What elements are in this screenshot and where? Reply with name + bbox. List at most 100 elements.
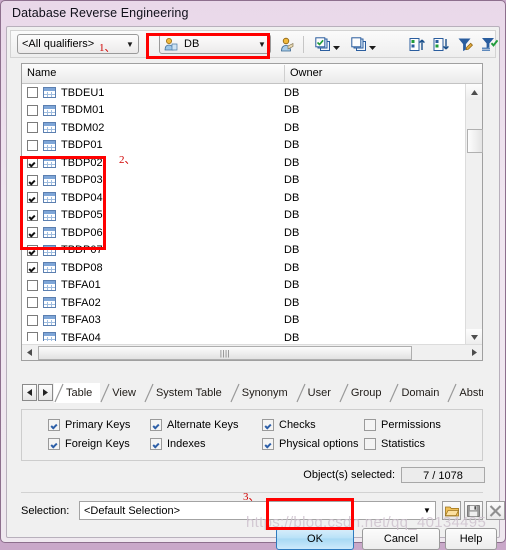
row-checkbox[interactable]	[27, 174, 38, 186]
table-row[interactable]: TBDP08 DB	[22, 259, 450, 277]
tab-synonym[interactable]: Synonym	[230, 383, 296, 403]
option-checkbox[interactable]	[150, 419, 162, 431]
row-checkbox[interactable]	[27, 244, 38, 256]
row-owner: DB	[284, 86, 300, 99]
option-checkbox[interactable]	[262, 438, 274, 450]
table-row[interactable]: TBDEU1 DB	[22, 84, 450, 102]
row-checkbox[interactable]	[27, 139, 38, 151]
option-alternate-keys[interactable]: Alternate Keys	[150, 419, 239, 431]
option-primary-keys[interactable]: Primary Keys	[48, 419, 130, 431]
tab-strip: Table View System Table Synonym User Group Dom…	[21, 383, 483, 403]
tab-domain[interactable]: Domain	[389, 383, 447, 403]
option-foreign-keys[interactable]: Foreign Keys	[48, 438, 130, 450]
option-checkbox[interactable]	[364, 419, 376, 431]
edit-filter-icon[interactable]	[455, 35, 475, 54]
table-row[interactable]: TBDP04 DB	[22, 189, 450, 207]
row-name: TBDM02	[61, 121, 105, 134]
column-header-owner[interactable]: Owner	[285, 64, 322, 83]
table-icon	[43, 139, 56, 151]
table-row[interactable]: TBDP03 DB	[22, 172, 450, 190]
table-icon	[43, 314, 56, 326]
tab-list: Table View System Table Synonym User Group Dom…	[54, 383, 483, 403]
scroll-down-icon[interactable]	[466, 329, 482, 345]
row-checkbox[interactable]	[27, 104, 38, 116]
row-checkbox[interactable]	[27, 314, 38, 326]
table-row[interactable]: TBDM02 DB	[22, 119, 450, 137]
tab-separator-icon	[144, 383, 155, 403]
tab-nav-prev-button[interactable]	[22, 384, 37, 401]
table-row[interactable]: TBFA04 DB	[22, 329, 450, 341]
tab-label: Group	[350, 387, 382, 399]
table-row[interactable]: TBFA02 DB	[22, 294, 450, 312]
tab-abstra[interactable]: Abstra	[447, 383, 483, 403]
option-checkbox[interactable]	[364, 438, 376, 450]
table-icon	[43, 227, 56, 239]
scroll-up-icon[interactable]	[466, 84, 482, 100]
option-checkbox[interactable]	[262, 419, 274, 431]
row-checkbox[interactable]	[27, 157, 38, 169]
row-owner: DB	[284, 331, 300, 341]
row-owner: DB	[284, 191, 300, 204]
tab-user[interactable]: User	[296, 383, 339, 403]
column-header-name[interactable]: Name	[22, 64, 289, 83]
tab-group[interactable]: Group	[339, 383, 390, 403]
row-name: TBDP01	[61, 139, 103, 152]
row-name: TBDEU1	[61, 86, 105, 99]
row-name: TBDP08	[61, 261, 103, 274]
option-indexes[interactable]: Indexes	[150, 438, 206, 450]
select-all-icon[interactable]	[313, 35, 333, 54]
tab-system-table[interactable]: System Table	[144, 383, 230, 403]
option-physical-options[interactable]: Physical options	[262, 438, 359, 450]
row-checkbox[interactable]	[27, 262, 38, 274]
scroll-right-icon[interactable]	[467, 345, 482, 359]
sort-descending-icon[interactable]	[431, 35, 451, 54]
tab-table[interactable]: Table	[54, 383, 101, 403]
list-rows: TBDEU1 DB TBDM01 DB TBDM02 DB TBDP01 DB TBDP02 DB…	[22, 84, 450, 341]
option-label: Foreign Keys	[65, 438, 130, 450]
table-row[interactable]: TBDM01 DB	[22, 102, 450, 120]
row-checkbox[interactable]	[27, 209, 38, 221]
tab-nav-next-button[interactable]	[38, 384, 53, 401]
table-row[interactable]: TBFA01 DB	[22, 277, 450, 295]
row-checkbox[interactable]	[27, 87, 38, 99]
option-checkbox[interactable]	[48, 438, 60, 450]
option-checkbox[interactable]	[150, 438, 162, 450]
option-checkbox[interactable]	[48, 419, 60, 431]
object-list[interactable]: Name Owner TBDEU1 DB TBDM01 DB TBDM02 DB TBDP0…	[21, 63, 483, 361]
table-icon	[43, 174, 56, 186]
row-name: TBFA01	[61, 279, 101, 292]
qualifier-combo[interactable]: <All qualifiers> ▼	[17, 34, 139, 54]
scroll-left-icon[interactable]	[22, 345, 37, 359]
table-row[interactable]: TBDP07 DB	[22, 242, 450, 260]
row-name: TBFA04	[61, 331, 101, 341]
table-row[interactable]: TBDP06 DB	[22, 224, 450, 242]
row-checkbox[interactable]	[27, 297, 38, 309]
row-checkbox[interactable]	[27, 227, 38, 239]
database-combo[interactable]: DB ▼	[159, 34, 271, 54]
option-statistics[interactable]: Statistics	[364, 438, 425, 450]
deselect-all-icon[interactable]	[349, 35, 369, 54]
select-all-dropdown-arrow-icon[interactable]	[333, 42, 340, 50]
horizontal-scroll-thumb[interactable]: ||||	[38, 346, 412, 360]
row-checkbox[interactable]	[27, 332, 38, 341]
option-checks[interactable]: Checks	[262, 419, 316, 431]
row-name: TBDP04	[61, 191, 103, 204]
tab-view[interactable]: View	[100, 383, 144, 403]
title-bar: Database Reverse Engineering	[1, 1, 505, 25]
option-permissions[interactable]: Permissions	[364, 419, 441, 431]
select-user-icon[interactable]	[277, 35, 297, 54]
table-row[interactable]: TBDP01 DB	[22, 137, 450, 155]
deselect-all-dropdown-arrow-icon[interactable]	[369, 42, 376, 50]
horizontal-scrollbar[interactable]: ||||	[22, 344, 482, 360]
row-checkbox[interactable]	[27, 122, 38, 134]
row-checkbox[interactable]	[27, 279, 38, 291]
apply-filter-icon[interactable]	[479, 35, 499, 54]
table-row[interactable]: TBDP05 DB	[22, 207, 450, 225]
sort-ascending-icon[interactable]	[407, 35, 427, 54]
vertical-scrollbar[interactable]	[465, 84, 483, 345]
user-db-icon	[163, 37, 179, 51]
row-checkbox[interactable]	[27, 192, 38, 204]
table-row[interactable]: TBDP02 DB	[22, 154, 450, 172]
table-row[interactable]: TBFA03 DB	[22, 312, 450, 330]
vertical-scroll-thumb[interactable]	[467, 129, 483, 153]
